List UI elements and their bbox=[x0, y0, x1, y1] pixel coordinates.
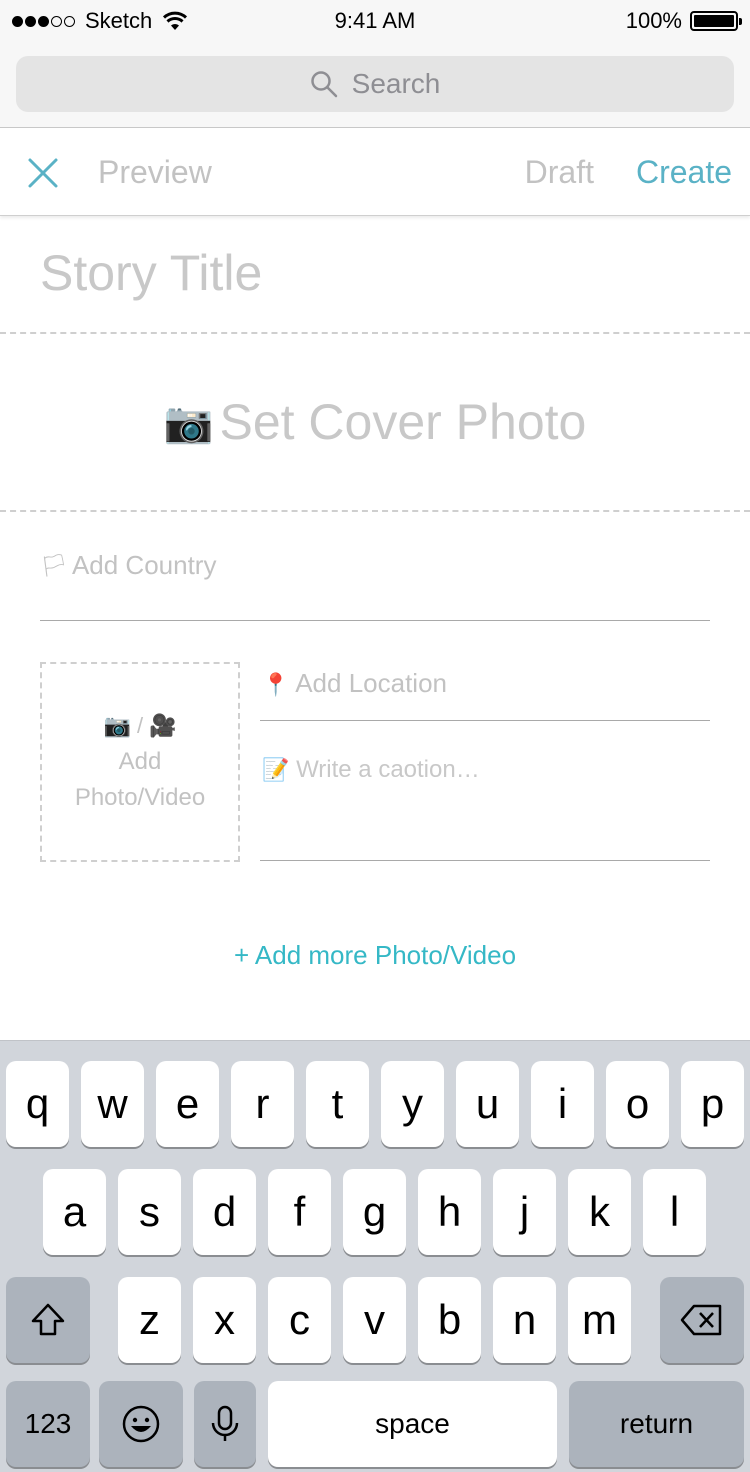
add-location-input[interactable]: 📍 Add Location bbox=[262, 668, 447, 699]
microphone-icon bbox=[211, 1405, 239, 1441]
flag-icon: 🏳 bbox=[40, 552, 68, 578]
battery-percent: 100% bbox=[625, 8, 682, 33]
shift-icon bbox=[31, 1303, 65, 1336]
key-r[interactable]: r bbox=[231, 1061, 294, 1147]
close-icon[interactable] bbox=[26, 156, 60, 190]
key-h[interactable]: h bbox=[418, 1169, 481, 1255]
divider bbox=[40, 620, 710, 621]
story-title-input[interactable]: Story Title bbox=[40, 244, 262, 302]
create-button[interactable]: Create bbox=[636, 154, 732, 191]
key-a[interactable]: a bbox=[43, 1169, 106, 1255]
key-q[interactable]: q bbox=[6, 1061, 69, 1147]
key-i[interactable]: i bbox=[531, 1061, 594, 1147]
key-m[interactable]: m bbox=[568, 1277, 631, 1363]
search-icon bbox=[310, 71, 337, 98]
status-bar: Sketch 9:41 AM 100% bbox=[0, 0, 750, 40]
microphone-key[interactable] bbox=[194, 1381, 256, 1467]
divider bbox=[260, 720, 710, 721]
search-input[interactable]: Search bbox=[16, 56, 734, 112]
key-b[interactable]: b bbox=[418, 1277, 481, 1363]
key-p[interactable]: p bbox=[681, 1061, 744, 1147]
media-label-line1: Add bbox=[118, 748, 162, 775]
key-s[interactable]: s bbox=[118, 1169, 181, 1255]
memo-icon: 📝 bbox=[262, 757, 290, 782]
space-key[interactable]: space bbox=[268, 1381, 557, 1467]
media-label-line2: Photo/Video bbox=[74, 784, 206, 811]
key-j[interactable]: j bbox=[493, 1169, 556, 1255]
key-u[interactable]: u bbox=[456, 1061, 519, 1147]
add-country-input[interactable]: 🏳 Add Country bbox=[40, 550, 216, 581]
divider bbox=[0, 510, 750, 512]
key-n[interactable]: n bbox=[493, 1277, 556, 1363]
location-placeholder: Add Location bbox=[295, 668, 447, 698]
camera-icon: 📷 bbox=[163, 400, 214, 445]
key-z[interactable]: z bbox=[118, 1277, 181, 1363]
key-w[interactable]: w bbox=[81, 1061, 144, 1147]
pin-icon: 📍 bbox=[262, 672, 290, 697]
country-placeholder: Add Country bbox=[71, 550, 217, 580]
nav-bar: Preview Draft Create bbox=[0, 128, 750, 216]
shift-key[interactable] bbox=[6, 1277, 90, 1363]
add-photo-video-button[interactable]: 📷 / 🎥 Add Photo/Video bbox=[40, 662, 240, 862]
search-placeholder: Search bbox=[351, 68, 441, 99]
set-cover-photo-button[interactable]: 📷 Set Cover Photo bbox=[0, 334, 750, 510]
key-c[interactable]: c bbox=[268, 1277, 331, 1363]
camera-video-icon: 📷 / 🎥 bbox=[103, 713, 177, 738]
backspace-icon bbox=[680, 1304, 722, 1336]
search-bar-container: Search bbox=[0, 40, 750, 128]
add-more-photo-video-link[interactable]: + Add more Photo/Video bbox=[0, 940, 750, 971]
draft-button[interactable]: Draft bbox=[525, 154, 594, 191]
keyboard: 123 space return qwertyuiop asdfghjkl zxcv… bbox=[0, 1040, 750, 1472]
caption-placeholder: Write a caotion… bbox=[296, 756, 480, 783]
key-k[interactable]: k bbox=[568, 1169, 631, 1255]
battery-icon bbox=[690, 11, 742, 31]
key-d[interactable]: d bbox=[193, 1169, 256, 1255]
emoji-key[interactable] bbox=[99, 1381, 183, 1467]
caption-input[interactable]: 📝 Write a caotion… bbox=[262, 756, 480, 784]
key-l[interactable]: l bbox=[643, 1169, 706, 1255]
key-t[interactable]: t bbox=[306, 1061, 369, 1147]
key-x[interactable]: x bbox=[193, 1277, 256, 1363]
key-g[interactable]: g bbox=[343, 1169, 406, 1255]
key-y[interactable]: y bbox=[381, 1061, 444, 1147]
key-e[interactable]: e bbox=[156, 1061, 219, 1147]
emoji-icon bbox=[122, 1405, 160, 1443]
numbers-key[interactable]: 123 bbox=[6, 1381, 90, 1467]
key-v[interactable]: v bbox=[343, 1277, 406, 1363]
return-key[interactable]: return bbox=[569, 1381, 744, 1467]
preview-button[interactable]: Preview bbox=[98, 154, 212, 191]
key-f[interactable]: f bbox=[268, 1169, 331, 1255]
key-o[interactable]: o bbox=[606, 1061, 669, 1147]
delete-key[interactable] bbox=[660, 1277, 744, 1363]
cover-photo-label: Set Cover Photo bbox=[219, 394, 587, 450]
status-right: 100% bbox=[625, 8, 742, 34]
divider bbox=[260, 860, 710, 861]
